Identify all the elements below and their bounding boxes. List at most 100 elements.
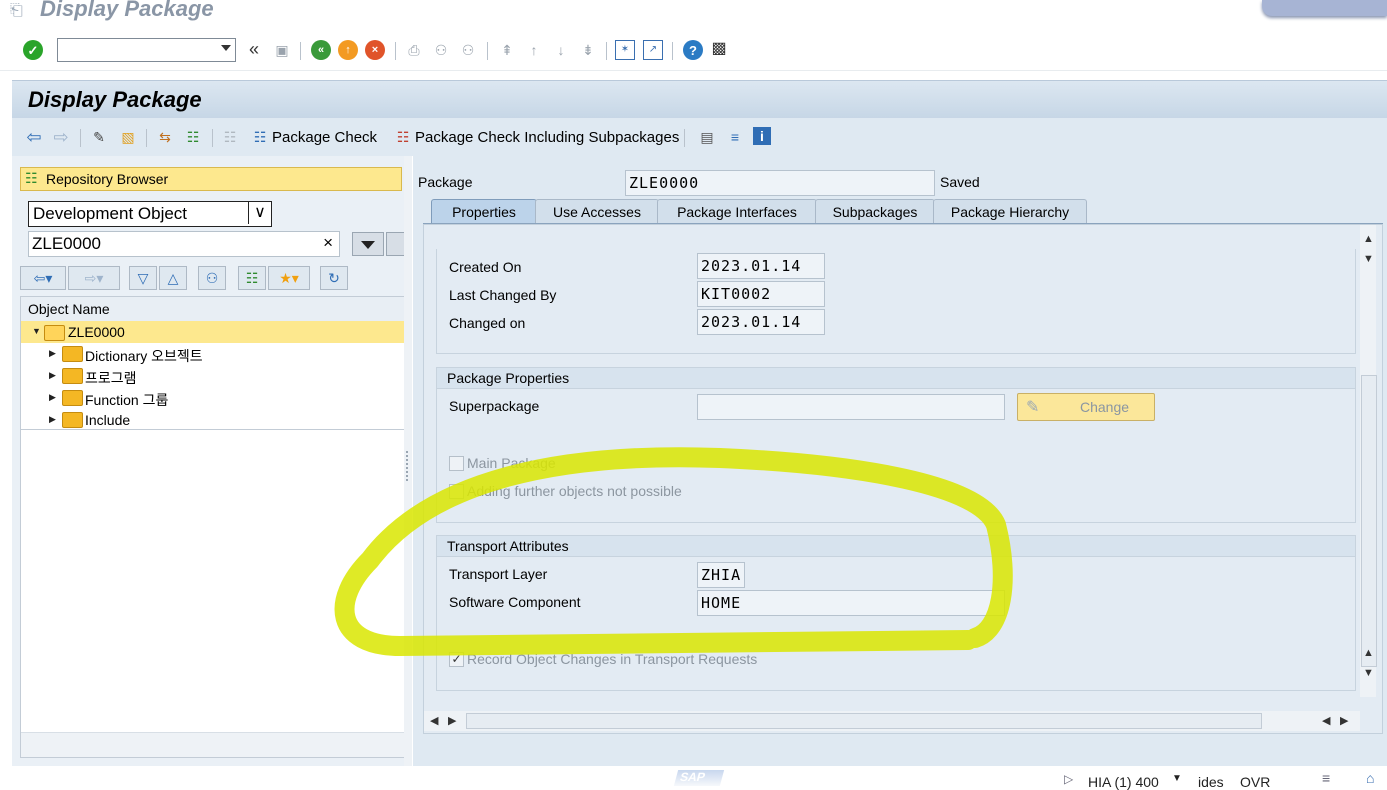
cancel-icon[interactable]: × bbox=[365, 40, 385, 60]
splitter-handle[interactable] bbox=[406, 451, 411, 481]
package-check-button[interactable]: Package Check bbox=[272, 129, 377, 146]
scroll-up-icon[interactable]: ▲ bbox=[1363, 647, 1374, 659]
save-icon[interactable]: ▣ bbox=[272, 40, 292, 60]
hierarchy-icon[interactable]: ☷ bbox=[183, 127, 203, 147]
chevron-down-icon[interactable]: ▼ bbox=[1172, 773, 1182, 784]
arrow-right-icon[interactable]: ⇨ bbox=[51, 127, 71, 147]
chevron-down-icon[interactable]: ▼ bbox=[32, 326, 41, 336]
prev-page-icon[interactable]: ↑ bbox=[524, 40, 544, 60]
refresh-icon[interactable]: ↻ bbox=[320, 266, 348, 290]
record-changes-checkbox[interactable]: ✓ bbox=[449, 652, 464, 667]
layout-icon[interactable]: ▤ bbox=[697, 127, 717, 147]
transport-layer-field[interactable]: ZHIA bbox=[697, 562, 745, 588]
chevron-down-icon[interactable] bbox=[221, 45, 231, 51]
print-icon[interactable]: ⎙ bbox=[404, 40, 424, 60]
package-check-sub-icon[interactable]: ☷ bbox=[393, 127, 413, 147]
favorites-icon[interactable]: ★▾ bbox=[268, 266, 310, 290]
settings-icon[interactable]: ≡ bbox=[1322, 770, 1330, 786]
help-icon[interactable]: ? bbox=[683, 40, 703, 60]
next-page-icon[interactable]: ↓ bbox=[551, 40, 571, 60]
package-field[interactable]: ZLE0000 bbox=[625, 170, 935, 196]
clear-icon[interactable]: × bbox=[323, 233, 333, 253]
tab-use-accesses[interactable]: Use Accesses bbox=[535, 199, 659, 224]
find-icon[interactable]: ⚇ bbox=[431, 40, 451, 60]
expand-icon[interactable]: ▽ bbox=[129, 266, 157, 290]
new-session-icon[interactable]: ✶ bbox=[615, 40, 635, 60]
scroll-down-icon[interactable]: ▼ bbox=[1363, 253, 1374, 265]
history-forward-button[interactable]: ⇨▾ bbox=[68, 266, 120, 290]
tree-row-root[interactable]: ▼ ZLE0000 bbox=[21, 321, 405, 343]
scroll-left-icon[interactable]: ◀ bbox=[1322, 714, 1330, 727]
scroll-thumb[interactable] bbox=[1361, 375, 1377, 667]
hierarchy-icon[interactable]: ☷ bbox=[238, 266, 266, 290]
software-component-label: Software Component bbox=[449, 594, 581, 610]
last-page-icon[interactable]: ⇟ bbox=[578, 40, 598, 60]
transport-attributes-header: Transport Attributes bbox=[447, 538, 569, 554]
customize-icon[interactable]: ▩ bbox=[709, 39, 729, 59]
scroll-right-icon[interactable]: ▶ bbox=[1340, 714, 1348, 727]
object-dropdown-button[interactable] bbox=[352, 232, 384, 256]
input-mode[interactable]: OVR bbox=[1240, 774, 1270, 790]
window-controls[interactable] bbox=[1262, 0, 1387, 16]
stack-icon[interactable]: ≡ bbox=[725, 127, 745, 147]
package-check-sub-button[interactable]: Package Check Including Subpackages bbox=[415, 129, 679, 146]
tab-properties[interactable]: Properties bbox=[431, 199, 537, 224]
arrow-left-icon[interactable]: ⇦ bbox=[24, 127, 44, 147]
exit-menu-icon[interactable]: ⎗ bbox=[10, 2, 28, 19]
chevron-right-icon[interactable]: ▶ bbox=[49, 370, 56, 381]
chevron-right-icon[interactable]: ▶ bbox=[49, 392, 56, 403]
vertical-scrollbar[interactable]: ▲ ▼ ▲ ▼ bbox=[1360, 225, 1377, 697]
change-button[interactable]: ✎ Change bbox=[1017, 393, 1155, 421]
scroll-down-icon[interactable]: ▼ bbox=[1363, 667, 1374, 679]
changed-on-field[interactable]: 2023.01.14 bbox=[697, 309, 825, 335]
tree-row[interactable]: ▶ Function 그룹 bbox=[21, 387, 405, 409]
display-change-icon[interactable]: ✎ bbox=[89, 127, 109, 147]
object-type-select[interactable]: Development Object ∨ bbox=[28, 201, 272, 227]
scroll-left-icon[interactable]: ◀ bbox=[430, 714, 438, 727]
created-on-field[interactable]: 2023.01.14 bbox=[697, 253, 825, 279]
repository-browser-button[interactable]: ☷ Repository Browser bbox=[20, 167, 402, 191]
inactive-icon[interactable]: ☷ bbox=[220, 127, 240, 147]
scroll-up-icon[interactable]: ▲ bbox=[1363, 233, 1374, 245]
software-component-field[interactable]: HOME bbox=[697, 590, 1005, 616]
panel-splitter[interactable] bbox=[404, 156, 412, 766]
first-page-icon[interactable]: ⇞ bbox=[497, 40, 517, 60]
last-changed-by-field[interactable]: KIT0002 bbox=[697, 281, 825, 307]
main-package-checkbox[interactable] bbox=[449, 456, 464, 471]
collapse-icon[interactable]: « bbox=[244, 39, 264, 59]
tab-subpackages[interactable]: Subpackages bbox=[815, 199, 935, 224]
adding-objects-checkbox[interactable] bbox=[449, 484, 464, 499]
exit-icon[interactable]: ↑ bbox=[338, 40, 358, 60]
where-used-icon[interactable]: ⇆ bbox=[155, 127, 175, 147]
history-back-button[interactable]: ⇦▾ bbox=[20, 266, 66, 290]
tree-row[interactable]: ▶ Dictionary 오브젝트 bbox=[21, 343, 405, 365]
horizontal-scrollbar[interactable]: ◀ ▶ ◀ ▶ bbox=[424, 711, 1360, 731]
tab-package-interfaces[interactable]: Package Interfaces bbox=[657, 199, 817, 224]
scroll-right-icon[interactable]: ▶ bbox=[448, 714, 456, 727]
package-check-icon[interactable]: ☷ bbox=[250, 127, 270, 147]
chevron-right-icon[interactable]: ▶ bbox=[49, 414, 56, 425]
lock-icon[interactable]: ⌂ bbox=[1366, 770, 1374, 786]
superpackage-field[interactable] bbox=[697, 394, 1005, 420]
enter-icon[interactable]: ✓ bbox=[23, 40, 43, 60]
last-changed-by-label: Last Changed By bbox=[449, 287, 557, 303]
status-toggle-icon[interactable]: ▷ bbox=[1064, 772, 1073, 786]
tree-row[interactable]: ▶ 프로그램 bbox=[21, 365, 405, 387]
object-name-input[interactable]: ZLE0000 × bbox=[28, 231, 340, 257]
tab-label: Package Hierarchy bbox=[950, 204, 1070, 220]
find-icon[interactable]: ⚇ bbox=[198, 266, 226, 290]
find-next-icon[interactable]: ⚇ bbox=[458, 40, 478, 60]
system-info[interactable]: HIA (1) 400 bbox=[1088, 774, 1159, 790]
green-back-icon[interactable]: « bbox=[311, 40, 331, 60]
tab-package-hierarchy[interactable]: Package Hierarchy bbox=[933, 199, 1087, 224]
scroll-thumb[interactable] bbox=[466, 713, 1262, 729]
info-icon[interactable]: i bbox=[753, 127, 771, 145]
activate-icon[interactable]: ▧ bbox=[118, 127, 138, 147]
chevron-right-icon[interactable]: ▶ bbox=[49, 348, 56, 359]
tree-item-label: 프로그램 bbox=[85, 370, 137, 386]
collapse-icon[interactable]: △ bbox=[159, 266, 187, 290]
shortcut-icon[interactable]: ↗ bbox=[643, 40, 663, 60]
tree-row[interactable]: ▶ Include bbox=[21, 409, 405, 431]
chevron-down-icon[interactable]: ∨ bbox=[248, 202, 271, 224]
command-field[interactable] bbox=[57, 38, 236, 62]
